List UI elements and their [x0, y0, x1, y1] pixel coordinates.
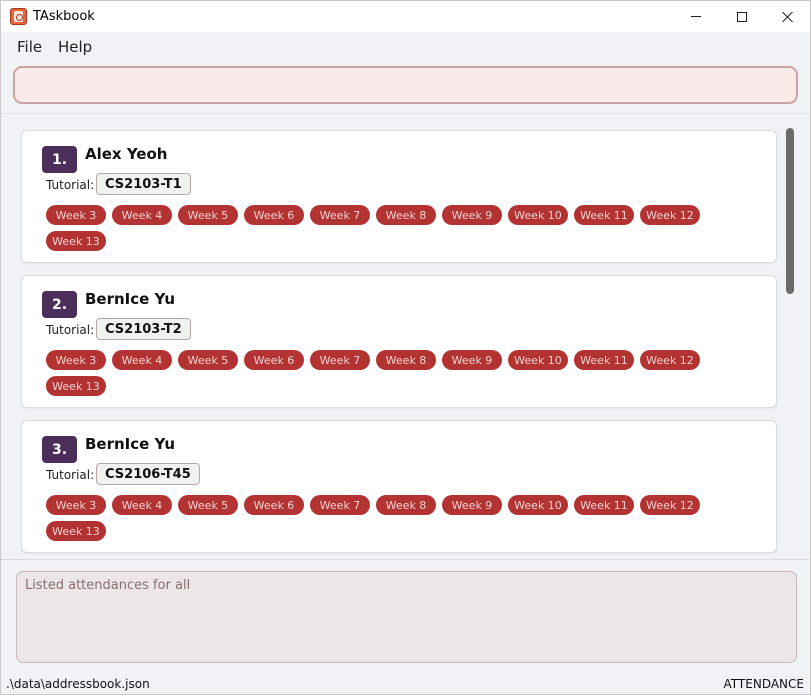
week-tag: Week 7 [310, 205, 370, 225]
tutorial-label: Tutorial: [46, 468, 95, 482]
week-tag: Week 10 [508, 205, 568, 225]
week-tag: Week 7 [310, 350, 370, 370]
week-tag: Week 6 [244, 495, 304, 515]
week-tag: Week 9 [442, 350, 502, 370]
index-badge: 1. [42, 146, 77, 173]
week-tag: Week 8 [376, 205, 436, 225]
week-tag: Week 11 [574, 350, 634, 370]
week-tag: Week 9 [442, 205, 502, 225]
week-tag: Week 4 [112, 495, 172, 515]
week-tag: Week 5 [178, 205, 238, 225]
menu-help[interactable]: Help [58, 38, 92, 56]
week-tag: Week 5 [178, 495, 238, 515]
week-tag: Week 12 [640, 350, 700, 370]
command-box[interactable] [13, 66, 798, 104]
week-tag: Week 8 [376, 350, 436, 370]
week-tag: Week 11 [574, 495, 634, 515]
week-tag: Week 8 [376, 495, 436, 515]
list-scrollbar[interactable] [786, 128, 794, 294]
maximize-button[interactable] [719, 1, 765, 32]
index-badge: 3. [42, 436, 77, 463]
status-bar: .\data\addressbook.json ATTENDANCE [1, 674, 810, 694]
week-tag: Week 13 [46, 376, 106, 396]
minimize-icon [691, 16, 701, 17]
app-window: TAskbook File Help 1. Alex Yeoh Tutorial… [0, 0, 811, 695]
title-bar[interactable]: TAskbook [1, 1, 810, 32]
week-tag: Week 5 [178, 350, 238, 370]
person-name: BernIce Yu [85, 435, 175, 453]
week-tag: Week 10 [508, 495, 568, 515]
week-tag: Week 6 [244, 205, 304, 225]
tutorial-badge: CS2106-T45 [96, 463, 200, 485]
week-tag: Week 11 [574, 205, 634, 225]
person-card[interactable]: 2. BernIce Yu Tutorial: CS2103-T2 Week 3… [21, 275, 777, 408]
week-tag: Week 4 [112, 205, 172, 225]
week-tag: Week 10 [508, 350, 568, 370]
tutorial-label: Tutorial: [46, 178, 95, 192]
person-list-panel[interactable]: 1. Alex Yeoh Tutorial: CS2103-T1 Week 3 … [1, 113, 810, 559]
week-tag: Week 6 [244, 350, 304, 370]
menu-file[interactable]: File [17, 38, 42, 56]
week-tag: Week 12 [640, 495, 700, 515]
close-button[interactable] [765, 1, 811, 32]
person-card[interactable]: 3. BernIce Yu Tutorial: CS2106-T45 Week … [21, 420, 777, 553]
window-title: TAskbook [33, 9, 95, 24]
menu-bar: File Help [1, 32, 810, 60]
tutorial-label: Tutorial: [46, 323, 95, 337]
week-tag: Week 7 [310, 495, 370, 515]
person-card[interactable]: 1. Alex Yeoh Tutorial: CS2103-T1 Week 3 … [21, 130, 777, 263]
week-tag: Week 3 [46, 350, 106, 370]
person-name: BernIce Yu [85, 290, 175, 308]
minimize-button[interactable] [673, 1, 719, 32]
tutorial-badge: CS2103-T1 [96, 173, 191, 195]
result-display[interactable]: Listed attendances for all [16, 571, 797, 663]
week-tag: Week 9 [442, 495, 502, 515]
week-tag: Week 13 [46, 521, 106, 541]
mode-indicator: ATTENDANCE [723, 677, 804, 691]
week-tag: Week 13 [46, 231, 106, 251]
week-tag: Week 3 [46, 205, 106, 225]
result-area: Listed attendances for all [1, 559, 810, 674]
week-tag: Week 3 [46, 495, 106, 515]
tutorial-badge: CS2103-T2 [96, 318, 191, 340]
close-icon [782, 11, 794, 23]
week-tag: Week 12 [640, 205, 700, 225]
index-badge: 2. [42, 291, 77, 318]
command-input[interactable] [15, 68, 796, 102]
maximize-icon [737, 11, 747, 22]
file-path: .\data\addressbook.json [6, 677, 150, 691]
week-tag: Week 4 [112, 350, 172, 370]
address-book-icon [10, 8, 27, 25]
person-name: Alex Yeoh [85, 145, 168, 163]
